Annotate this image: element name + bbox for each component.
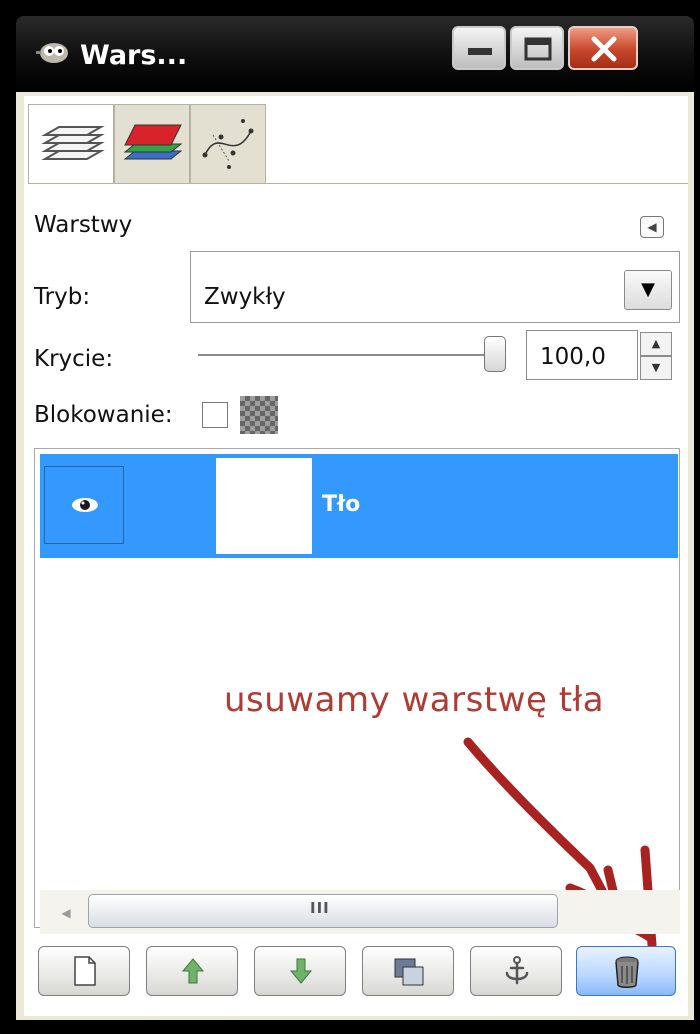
layers-stack-icon	[41, 126, 105, 160]
annotation-text: usuwamy warstwę tła	[224, 680, 605, 720]
alpha-checker-icon	[240, 396, 278, 434]
triangle-left-icon: ◀	[647, 220, 657, 234]
channels-icon	[123, 124, 183, 160]
dock-menu-button[interactable]: ◀	[640, 216, 664, 238]
mode-value: Zwykły	[204, 284, 286, 310]
paths-icon	[202, 119, 254, 169]
maximize-button[interactable]	[510, 26, 564, 70]
lower-layer-button[interactable]	[254, 946, 346, 996]
triangle-left-icon: ◀	[61, 906, 71, 920]
dock-title: Warstwy	[34, 212, 133, 238]
opacity-value: 100,0	[540, 344, 606, 370]
minimize-button[interactable]	[452, 26, 506, 70]
tab-divider	[28, 183, 688, 184]
tab-channels[interactable]	[114, 104, 190, 184]
window-title: Wars...	[80, 40, 188, 71]
anchor-layer-button[interactable]	[470, 946, 562, 996]
tab-paths[interactable]	[190, 104, 266, 184]
chevron-down-icon: ▼	[641, 279, 655, 300]
lock-alpha-checkbox[interactable]	[202, 402, 228, 428]
maximize-icon	[524, 37, 552, 61]
arrow-up-small-icon: ▲	[651, 337, 661, 350]
dropdown-arrow-button[interactable]: ▼	[624, 270, 672, 310]
scrollbar-grip: III	[310, 899, 330, 917]
layer-name[interactable]: Tło	[322, 492, 360, 517]
delete-layer-button[interactable]	[576, 946, 676, 996]
new-layer-button[interactable]	[38, 946, 130, 996]
eye-icon	[72, 498, 98, 512]
scroll-left-button[interactable]: ◀	[48, 898, 84, 928]
spin-up-button[interactable]: ▲	[640, 332, 672, 356]
arrow-down-small-icon: ▼	[651, 361, 661, 374]
minimize-icon	[468, 48, 492, 55]
opacity-slider-thumb[interactable]	[484, 336, 506, 372]
duplicate-layer-button[interactable]	[362, 946, 454, 996]
anchor-icon	[505, 956, 529, 985]
close-button[interactable]	[568, 26, 638, 70]
opacity-label: Krycie:	[34, 346, 114, 372]
raise-layer-button[interactable]	[146, 946, 238, 996]
arrow-up-icon	[181, 958, 205, 984]
mode-label: Tryb:	[34, 284, 91, 310]
close-icon	[591, 36, 617, 62]
opacity-slider-track[interactable]	[198, 354, 486, 356]
arrow-down-icon	[289, 958, 313, 984]
layer-thumbnail	[216, 458, 312, 554]
page-icon	[74, 956, 96, 986]
gimp-app-icon	[36, 43, 68, 63]
spin-down-button[interactable]: ▼	[640, 356, 672, 380]
tab-layers[interactable]	[28, 104, 114, 184]
duplicate-icon	[394, 958, 424, 986]
lock-label: Blokowanie:	[34, 402, 173, 428]
trash-icon	[615, 956, 639, 988]
